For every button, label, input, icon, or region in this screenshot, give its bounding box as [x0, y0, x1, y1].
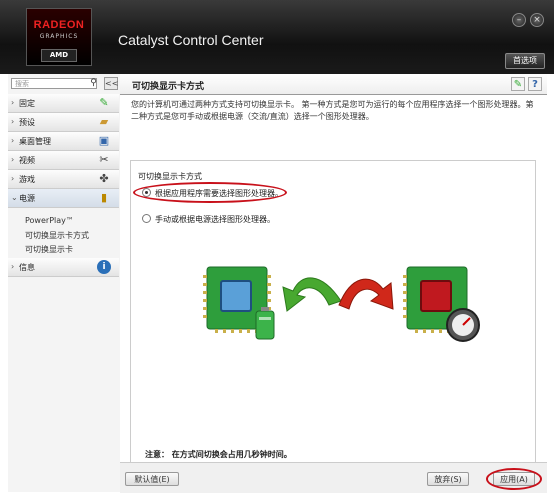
preset-icon: ▰ — [99, 115, 109, 128]
app-title: Catalyst Control Center — [118, 32, 264, 48]
pin-icon: ✎ — [99, 96, 109, 109]
sidebar-item-label: 桌面管理 — [19, 137, 51, 146]
sidebar-item-label: 固定 — [19, 99, 35, 108]
main-content: 可切换显示卡方式 ✎ ? 您的计算机可通过两种方式支持可切换显示卡。 第一种方式… — [120, 74, 547, 493]
sidebar-item-presets[interactable]: › 预设 ▰ — [8, 113, 119, 132]
gamepad-icon: ✤ — [99, 172, 109, 185]
sidebar-subitem-switchable-graphics[interactable]: 可切换显示卡 — [25, 244, 73, 255]
option-manual-radio[interactable] — [142, 214, 151, 223]
sidebar-item-label: 电源 — [19, 194, 35, 203]
battery-icon: ▮ — [100, 191, 108, 204]
title-bar: RADEON GRAPHICS AMD Catalyst Control Cen… — [0, 0, 554, 74]
chevron-right-icon: › — [11, 155, 15, 164]
chevron-down-icon: ⌄ — [11, 193, 18, 202]
high-performance-gpu-icon — [403, 266, 480, 342]
chevron-right-icon: › — [11, 117, 15, 126]
sidebar-item-desktop[interactable]: › 桌面管理 ▣ — [8, 132, 119, 151]
page-header: 可切换显示卡方式 ✎ ? — [120, 74, 547, 95]
video-icon: ✂ — [99, 153, 109, 166]
sidebar-item-label: 信息 — [19, 263, 35, 272]
defaults-button[interactable]: 默认值(E) — [125, 472, 179, 486]
sidebar-item-video[interactable]: › 视频 ✂ — [8, 151, 119, 170]
red-arrow-icon — [338, 278, 394, 310]
help-icon[interactable]: ? — [528, 77, 542, 91]
sidebar-item-label: 预设 — [19, 118, 35, 127]
sidebar: 搜索 ⚲ << › 固定 ✎ › 预设 ▰ › 桌面管理 ▣ › 视频 ✂ › … — [8, 74, 121, 492]
green-arrow-icon — [282, 277, 342, 312]
chevron-right-icon: › — [11, 174, 15, 183]
switch-method-panel: 可切换显示卡方式 根据应用程序需要选择图形处理器。 手动或根据电源选择图形处理器… — [130, 160, 536, 478]
collapse-sidebar-button[interactable]: << — [104, 77, 118, 90]
switch-note: 注意： 在方式间切换会占用几秒钟时间。 — [145, 450, 292, 459]
sidebar-item-power[interactable]: ⌄ 电源 ▮ — [8, 189, 119, 208]
search-icon[interactable]: ⚲ — [88, 78, 99, 89]
highlight-circle — [133, 182, 287, 203]
info-icon: i — [97, 260, 111, 274]
logo-subtext: GRAPHICS — [39, 33, 79, 40]
logo-text: RADEON — [33, 19, 85, 31]
desktop-icon: ▣ — [98, 134, 110, 147]
minimize-button[interactable]: – — [512, 13, 526, 27]
chevron-right-icon: › — [11, 262, 15, 271]
sidebar-subitem-switchable-method[interactable]: 可切换显示卡方式 — [25, 230, 89, 241]
low-power-gpu-icon — [203, 266, 275, 340]
sidebar-subitem-powerplay[interactable]: PowerPlay™ — [25, 216, 74, 225]
search-input[interactable]: 搜索 — [11, 78, 97, 89]
option-manual-label[interactable]: 手动或根据电源选择图形处理器。 — [155, 214, 275, 225]
chevron-right-icon: › — [11, 136, 15, 145]
sidebar-item-label: 视频 — [19, 156, 35, 165]
amd-badge: AMD — [41, 49, 77, 62]
discard-button[interactable]: 放弃(S) — [427, 472, 469, 486]
sidebar-item-gaming[interactable]: › 游戏 ✤ — [8, 170, 119, 189]
page-title: 可切换显示卡方式 — [132, 82, 205, 92]
switch-illustration — [203, 266, 480, 342]
footer-bar: 默认值(E) 放弃(S) 应用(A) — [120, 462, 547, 493]
preferences-button[interactable]: 首选项 — [505, 53, 545, 69]
page-description: 您的计算机可通过两种方式支持可切换显示卡。 第一种方式是您可为运行的每个应用程序… — [131, 100, 534, 121]
close-button[interactable]: × — [530, 13, 544, 27]
highlight-circle — [486, 468, 542, 490]
pin-icon[interactable]: ✎ — [511, 77, 525, 91]
sidebar-item-pinned[interactable]: › 固定 ✎ — [8, 94, 119, 113]
sidebar-item-label: 游戏 — [19, 175, 35, 184]
panel-title: 可切换显示卡方式 — [138, 172, 202, 181]
chevron-right-icon: › — [11, 98, 15, 107]
sidebar-item-information[interactable]: › 信息 i — [8, 258, 119, 277]
radeon-logo: RADEON GRAPHICS AMD — [26, 8, 92, 66]
